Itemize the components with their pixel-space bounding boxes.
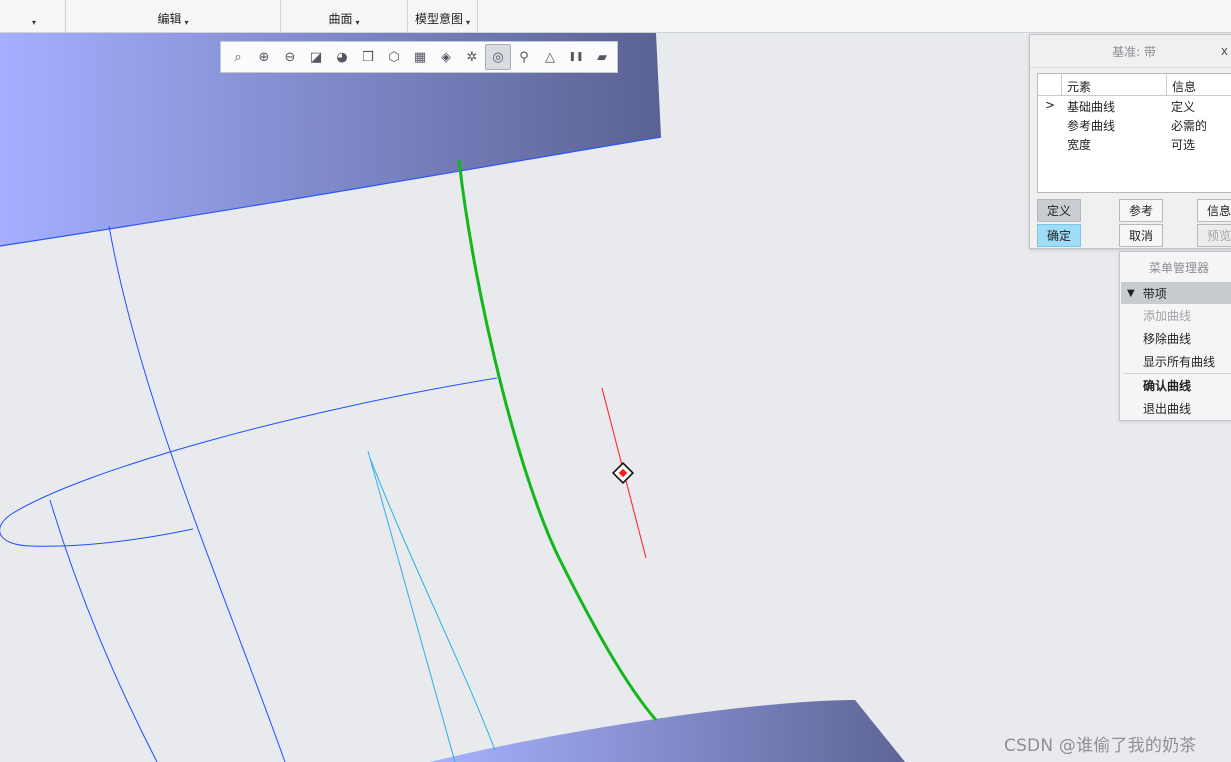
edge-curve [108,225,286,762]
edge-cyan [367,450,456,762]
edge-curve [0,377,498,547]
spin-center-icon: ◎ [492,49,504,65]
zoom-fit-icon: ⌕ [234,49,242,65]
menu-manager: 菜单管理器 ▼ 带项 添加曲线 移除曲线 显示所有曲线 确认曲线 退出曲线 [1119,251,1231,421]
zoom-out-button[interactable]: ⊖ [277,44,303,70]
ribbon-group-prev[interactable]: ▾ [0,0,66,33]
display-style-icon: ◕ [336,49,348,65]
menu-manager-title: 菜单管理器 [1148,260,1209,275]
ribbon-group-surface[interactable]: 曲面 ▾ [281,0,408,33]
edge-cyan [369,457,496,751]
pause-button[interactable]: ❚❚ [563,44,589,70]
menu-item-show-all-curves[interactable]: 显示所有曲线 [1120,350,1231,373]
ribbon-group-bar: ▾ 编辑 ▾ 曲面 ▾ 模型意图 ▾ [0,0,1231,33]
row-info: 可选 [1171,138,1196,152]
named-view-icon: ◈ [441,49,451,65]
chevron-down-icon: ▾ [31,18,36,27]
menu-item-add-curve[interactable]: 添加曲线 [1120,304,1231,327]
triangle-down-icon: ▼ [1127,287,1135,299]
ribbon-group-edit[interactable]: 编辑 ▾ [66,0,281,33]
dialog-title-bar[interactable]: 基准: 带 x [1030,35,1231,68]
saved-views-icon: ❒ [362,49,374,65]
table-row[interactable]: 宽度 可选 [1038,134,1231,153]
dialog-title: 基准: 带 [1112,44,1156,59]
row-element: 宽度 [1067,138,1092,152]
sketch-display-button[interactable]: △ [537,44,563,70]
spin-center-icon [611,461,635,485]
perspective-button[interactable]: ▦ [407,44,433,70]
menu-section-label: 带项 [1142,286,1167,301]
display-style-button[interactable]: ◕ [329,44,355,70]
named-view-button[interactable]: ◈ [433,44,459,70]
chevron-down-icon: ▾ [184,18,189,27]
repaint-button[interactable]: ◪ [303,44,329,70]
menu-item-remove-curve[interactable]: 移除曲线 [1120,327,1231,350]
ribbon-group-model-intent[interactable]: 模型意图 ▾ [408,0,478,33]
table-row[interactable]: > 基础曲线 定义 [1038,96,1231,115]
annotation-display-icon: ⚲ [519,49,529,65]
saved-views-button[interactable]: ❒ [355,44,381,70]
repaint-icon: ◪ [309,49,323,65]
cancel-button[interactable]: 取消 [1119,224,1163,247]
row-marker: > [1045,98,1056,112]
graphics-toolbar: ⌕ ⊕ ⊖ ◪ ◕ ❒ ⬡ ▦ ◈ ✲ ◎ ⚲ △ ❚❚ ▰ [220,41,618,73]
chevron-down-icon: ▾ [355,18,360,27]
define-button[interactable]: 定义 [1037,199,1081,222]
zoom-fit-button[interactable]: ⌕ [225,44,251,70]
view-manager-icon: ⬡ [388,49,400,65]
datum-display-button[interactable]: ✲ [459,44,485,70]
zoom-out-icon: ⊖ [284,49,296,65]
datum-display-icon: ✲ [466,49,478,65]
column-header-info: 信息 [1172,80,1197,94]
row-element: 基础曲线 [1067,100,1116,114]
table-header: 元素 信息 [1038,74,1231,96]
zoom-in-button[interactable]: ⊕ [251,44,277,70]
appearance-button[interactable]: ▰ [589,44,615,70]
info-button[interactable]: 信息 [1197,199,1231,222]
references-button[interactable]: 参考 [1119,199,1163,222]
view-manager-button[interactable]: ⬡ [381,44,407,70]
ribbon-group-label: 编辑 [157,12,182,26]
chevron-down-icon: ▾ [466,18,471,27]
spin-center-button[interactable]: ◎ [485,44,511,70]
row-info: 定义 [1171,100,1196,114]
perspective-icon: ▦ [413,49,427,65]
annotation-display-button[interactable]: ⚲ [511,44,537,70]
edge-curve [49,499,158,762]
watermark: CSDN @谁偷了我的奶茶 [1004,736,1197,756]
datum-ribbon-dialog: 基准: 带 x 元素 信息 > 基础曲线 定义 参考曲线 必需的 宽度 可选 定… [1029,34,1231,249]
ribbon-group-label: 曲面 [328,12,353,26]
menu-item-quit-curves[interactable]: 退出曲线 [1120,397,1231,420]
preview-button[interactable]: 预览 [1197,224,1231,247]
menu-section-header[interactable]: ▼ 带项 [1121,282,1231,304]
close-icon[interactable]: x [1221,44,1228,58]
appearance-icon: ▰ [597,49,607,65]
column-header-element: 元素 [1067,80,1092,94]
bottom-surface[interactable] [430,700,905,762]
element-table: 元素 信息 > 基础曲线 定义 参考曲线 必需的 宽度 可选 [1037,73,1231,193]
pause-icon: ❚❚ [568,52,584,62]
row-element: 参考曲线 [1067,119,1116,133]
zoom-in-icon: ⊕ [258,49,270,65]
row-info: 必需的 [1171,119,1208,133]
table-row[interactable]: 参考曲线 必需的 [1038,115,1231,134]
ribbon-group-label: 模型意图 [414,12,463,26]
selected-base-curve[interactable] [457,159,658,721]
ok-button[interactable]: 确定 [1037,224,1081,247]
menu-item-done-curves[interactable]: 确认曲线 [1120,374,1231,397]
sketch-display-icon: △ [545,49,555,65]
